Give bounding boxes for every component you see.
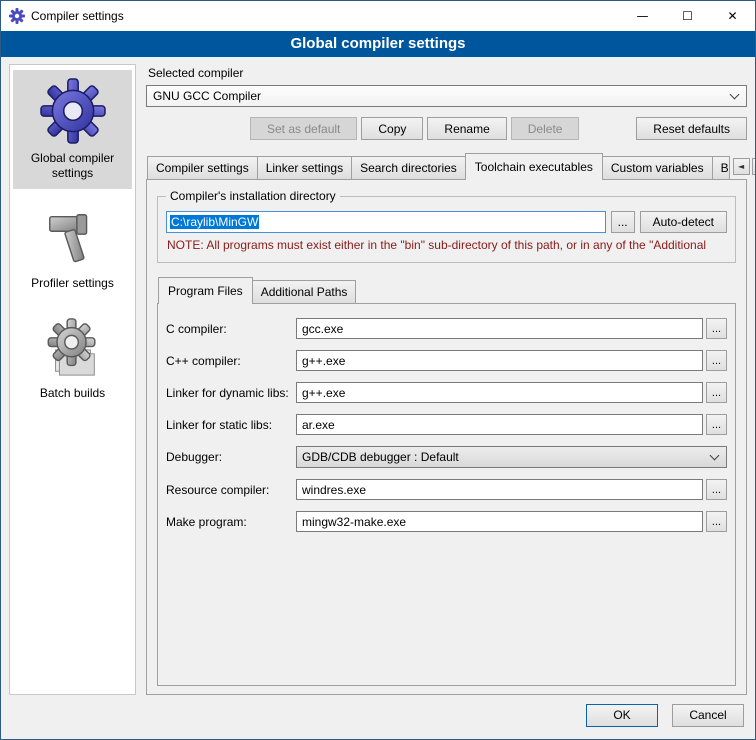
sidebar-item-profiler-settings[interactable]: Profiler settings	[13, 199, 132, 299]
browse-directory-button[interactable]: ...	[611, 211, 635, 233]
settings-sidebar: Global compiler settings Profiler settin…	[9, 64, 136, 695]
c-compiler-row: C compiler: gcc.exe ...	[166, 318, 727, 339]
compiler-buttons-row: Set as default Copy Rename Delete Reset …	[146, 117, 747, 140]
tab-compiler-settings[interactable]: Compiler settings	[147, 156, 258, 179]
dynamic-linker-browse-button[interactable]: ...	[706, 382, 727, 403]
installation-directory-row: C:\raylib\MinGW ... Auto-detect	[166, 211, 727, 233]
resource-compiler-value: windres.exe	[302, 483, 366, 497]
close-button[interactable]: ✕	[710, 1, 755, 31]
set-as-default-button[interactable]: Set as default	[250, 117, 357, 140]
static-linker-label: Linker for static libs:	[166, 418, 296, 432]
dialog-body: Global compiler settings Profiler settin…	[1, 57, 755, 699]
cpp-compiler-browse-button[interactable]: ...	[706, 350, 727, 371]
make-program-input[interactable]: mingw32-make.exe	[296, 511, 703, 532]
static-linker-input[interactable]: ar.exe	[296, 414, 703, 435]
c-compiler-browse-button[interactable]: ...	[706, 318, 727, 339]
c-compiler-value: gcc.exe	[302, 322, 343, 336]
sidebar-item-global-compiler-settings[interactable]: Global compiler settings	[13, 70, 132, 189]
static-linker-browse-button[interactable]: ...	[706, 414, 727, 435]
minimize-button[interactable]: —	[620, 1, 665, 31]
resource-compiler-label: Resource compiler:	[166, 483, 296, 497]
tab-scroll-right-icon[interactable]: ►	[752, 158, 756, 175]
make-program-browse-button[interactable]: ...	[706, 511, 727, 532]
tab-scroll-controls: ◄ ►	[729, 158, 756, 175]
c-compiler-label: C compiler:	[166, 322, 296, 336]
toolchain-executables-panel: Compiler's installation directory C:\ray…	[146, 179, 747, 695]
tab-build-options[interactable]: Buil	[712, 156, 730, 179]
compiler-settings-window: Compiler settings — ☐ ✕ Global compiler …	[0, 0, 756, 740]
sidebar-item-label: Global compiler settings	[15, 151, 130, 181]
sidebar-item-batch-builds[interactable]: Batch builds	[13, 309, 132, 409]
dialog-footer: OK Cancel	[1, 699, 755, 739]
make-program-value: mingw32-make.exe	[302, 515, 406, 529]
installation-directory-value: C:\raylib\MinGW	[170, 215, 259, 229]
main-panel: Selected compiler GNU GCC Compiler Set a…	[146, 64, 747, 695]
debugger-value: GDB/CDB debugger : Default	[302, 450, 459, 464]
cpp-compiler-input[interactable]: g++.exe	[296, 350, 703, 371]
program-subtabs: Program Files Additional Paths	[157, 277, 736, 303]
batch-gear-icon	[42, 317, 104, 379]
titlebar[interactable]: Compiler settings — ☐ ✕	[1, 1, 755, 31]
dynamic-linker-row: Linker for dynamic libs: g++.exe ...	[166, 382, 727, 403]
chevron-down-icon	[730, 90, 740, 100]
program-files-panel: C compiler: gcc.exe ... C++ compiler: g+…	[157, 303, 736, 686]
dynamic-linker-input[interactable]: g++.exe	[296, 382, 703, 403]
debugger-row: Debugger: GDB/CDB debugger : Default	[166, 446, 727, 468]
make-program-row: Make program: mingw32-make.exe ...	[166, 511, 727, 532]
selected-compiler-dropdown[interactable]: GNU GCC Compiler	[146, 85, 747, 107]
delete-button[interactable]: Delete	[511, 117, 580, 140]
reset-defaults-button[interactable]: Reset defaults	[636, 117, 747, 140]
copy-button[interactable]: Copy	[361, 117, 423, 140]
maximize-button[interactable]: ☐	[665, 1, 710, 31]
ok-button[interactable]: OK	[586, 704, 658, 727]
tab-search-directories[interactable]: Search directories	[351, 156, 466, 179]
installation-directory-label: Compiler's installation directory	[166, 189, 340, 203]
subtab-program-files[interactable]: Program Files	[158, 277, 253, 304]
cpp-compiler-row: C++ compiler: g++.exe ...	[166, 350, 727, 371]
debugger-label: Debugger:	[166, 450, 296, 464]
selected-compiler-label: Selected compiler	[148, 66, 747, 80]
installation-directory-input[interactable]: C:\raylib\MinGW	[166, 211, 606, 233]
c-compiler-input[interactable]: gcc.exe	[296, 318, 703, 339]
cpp-compiler-value: g++.exe	[302, 354, 345, 368]
sidebar-item-label: Batch builds	[40, 386, 105, 401]
tab-linker-settings[interactable]: Linker settings	[257, 156, 352, 179]
resource-compiler-input[interactable]: windres.exe	[296, 479, 703, 500]
settings-tabs: Compiler settings Linker settings Search…	[146, 153, 747, 179]
make-program-label: Make program:	[166, 515, 296, 529]
dialog-header: Global compiler settings	[1, 31, 755, 57]
selected-compiler-value: GNU GCC Compiler	[153, 89, 261, 103]
resource-compiler-row: Resource compiler: windres.exe ...	[166, 479, 727, 500]
static-linker-value: ar.exe	[302, 418, 335, 432]
dynamic-linker-value: g++.exe	[302, 386, 345, 400]
cancel-button[interactable]: Cancel	[672, 704, 744, 727]
bin-subdirectory-note: NOTE: All programs must exist either in …	[167, 238, 727, 252]
window-controls: — ☐ ✕	[620, 1, 755, 31]
tab-custom-variables[interactable]: Custom variables	[602, 156, 713, 179]
rename-button[interactable]: Rename	[427, 117, 506, 140]
window-title: Compiler settings	[31, 9, 124, 23]
resource-compiler-browse-button[interactable]: ...	[706, 479, 727, 500]
tab-scroll-left-icon[interactable]: ◄	[733, 158, 750, 175]
chevron-down-icon	[710, 451, 720, 461]
cpp-compiler-label: C++ compiler:	[166, 354, 296, 368]
profiler-tool-icon	[42, 207, 104, 269]
subtab-additional-paths[interactable]: Additional Paths	[252, 280, 357, 303]
dynamic-linker-label: Linker for dynamic libs:	[166, 386, 296, 400]
installation-directory-groupbox: Compiler's installation directory C:\ray…	[157, 196, 736, 263]
static-linker-row: Linker for static libs: ar.exe ...	[166, 414, 727, 435]
auto-detect-button[interactable]: Auto-detect	[640, 211, 727, 233]
debugger-dropdown[interactable]: GDB/CDB debugger : Default	[296, 446, 727, 468]
tab-toolchain-executables[interactable]: Toolchain executables	[465, 153, 603, 180]
app-icon	[9, 8, 25, 24]
sidebar-item-label: Profiler settings	[31, 276, 114, 291]
blue-gear-icon	[40, 78, 106, 144]
